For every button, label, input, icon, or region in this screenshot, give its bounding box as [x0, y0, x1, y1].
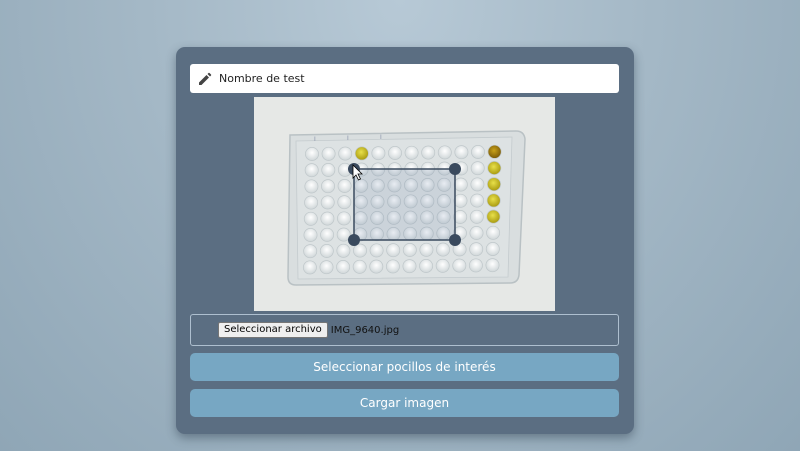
plate-well	[321, 163, 336, 177]
plate-well	[336, 243, 351, 258]
plate-well	[453, 193, 468, 208]
plate-well	[468, 258, 483, 273]
svg-text:I: I	[347, 135, 349, 142]
plate-well	[470, 161, 485, 176]
plate-well	[419, 242, 434, 257]
plate-well	[353, 243, 367, 258]
image-preview: I I I	[254, 97, 555, 311]
plate-well	[302, 260, 317, 275]
test-name-field[interactable]	[190, 64, 619, 93]
plate-well	[470, 177, 485, 192]
plate-well	[470, 193, 485, 208]
plate-well	[321, 179, 335, 194]
plate-well	[486, 209, 501, 224]
plate-well	[437, 145, 452, 160]
load-image-button[interactable]: Cargar imagen	[190, 389, 619, 417]
plate-well	[303, 211, 318, 226]
choose-file-button[interactable]: Seleccionar archivo	[218, 322, 328, 338]
plate-well	[320, 211, 335, 226]
plate-well	[303, 228, 318, 242]
plate-well	[453, 177, 468, 192]
plate-well	[388, 146, 402, 160]
plate-well	[354, 146, 369, 161]
plate-well	[386, 243, 401, 258]
plate-well	[321, 146, 336, 161]
plate-well	[319, 260, 334, 275]
svg-text:I: I	[380, 134, 382, 141]
plate-well	[404, 145, 419, 160]
plate-well	[487, 144, 502, 159]
plate-well	[469, 242, 484, 257]
plate-well	[485, 242, 500, 256]
file-input-row: Seleccionar archivo IMG_9640.jpg	[190, 314, 619, 346]
plate-well	[486, 193, 501, 208]
handle-bottom-right[interactable]	[449, 234, 461, 246]
plate-well	[469, 209, 484, 224]
plate-well	[421, 145, 436, 160]
plate-well	[304, 179, 319, 194]
plate-well	[485, 258, 500, 273]
well-plate-photo: I I I	[254, 97, 555, 311]
plate-well	[320, 227, 335, 242]
plate-well	[402, 243, 417, 257]
handle-bottom-left[interactable]	[348, 234, 360, 246]
plate-well	[352, 259, 367, 274]
plate-well	[305, 147, 319, 161]
plate-well	[304, 195, 319, 210]
selected-file-name: IMG_9640.jpg	[330, 324, 400, 336]
plate-well	[369, 243, 384, 258]
plate-well	[419, 259, 434, 273]
plate-well	[304, 163, 319, 178]
plate-well	[469, 226, 484, 240]
plate-well	[487, 177, 501, 192]
plate-well	[435, 258, 450, 273]
plate-well	[303, 244, 318, 259]
plate-well	[487, 161, 502, 175]
select-wells-button[interactable]: Seleccionar pocillos de interés	[190, 353, 619, 381]
plate-well	[337, 211, 351, 226]
plate-well	[369, 259, 384, 274]
plate-well	[486, 225, 501, 240]
plate-well	[402, 259, 417, 274]
svg-text:I: I	[314, 136, 316, 143]
plate-well	[385, 259, 400, 274]
plate-well	[436, 242, 450, 257]
pencil-icon	[197, 71, 213, 87]
plate-well	[471, 145, 485, 159]
plate-well	[336, 260, 351, 274]
plate-well	[337, 179, 352, 193]
plate-well	[319, 244, 334, 258]
plate-well	[337, 195, 352, 210]
plate-well	[452, 258, 467, 273]
handle-top-right[interactable]	[449, 163, 461, 175]
test-name-input[interactable]	[217, 71, 601, 86]
plate-well	[338, 146, 353, 161]
plate-well	[454, 145, 469, 160]
upload-card: I I I Seleccionar archivo IMG_9640.jpg S…	[176, 47, 634, 434]
plate-well	[320, 195, 335, 210]
plate-well	[371, 146, 386, 161]
